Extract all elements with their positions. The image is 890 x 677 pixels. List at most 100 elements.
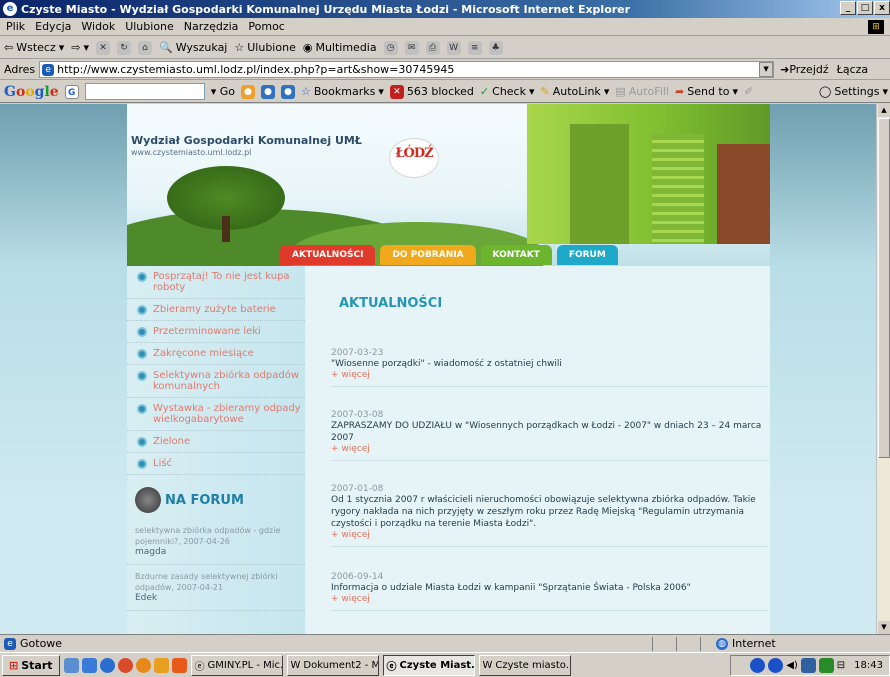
go-button[interactable]: ➜Przejdź — [780, 63, 829, 76]
news-text[interactable]: ZAPRASZAMY DO UDZIAŁU w "Wiosennych porz… — [331, 420, 769, 444]
favorites-icon: ☆ — [234, 41, 245, 54]
news-more-link[interactable]: + więcej — [331, 530, 769, 540]
network-icon[interactable]: ⊟ — [837, 660, 845, 671]
news-more-link[interactable]: + więcej — [331, 594, 769, 604]
google-logo[interactable]: Google — [4, 84, 59, 100]
tab-aktualnosci[interactable]: AKTUALNOŚCI — [280, 245, 376, 265]
sidebar-item[interactable]: Selektywna zbiórka odpadów komunalnych — [127, 365, 305, 398]
discuss-icon[interactable]: ≡ — [467, 40, 482, 55]
player-icon[interactable] — [171, 657, 187, 673]
google-search-input[interactable] — [84, 83, 205, 100]
taskbar-task-active[interactable]: ⓔ Czyste Miast... — [382, 654, 475, 676]
star-icon: ☆ — [301, 85, 311, 98]
news-more-link[interactable]: + więcej — [331, 370, 769, 380]
forum-post[interactable]: Bzdurne zasady selektywnej zbiórki odpad… — [127, 565, 305, 611]
scrollbar-thumb[interactable] — [878, 118, 890, 458]
tab-do-pobrania[interactable]: DO POBRANIA — [380, 245, 476, 265]
sendto-button[interactable]: ➦ Send to ▾ — [675, 85, 738, 98]
address-dropdown-icon[interactable]: ▼ — [759, 62, 774, 77]
address-input[interactable]: e http://www.czystemiasto.uml.lodz.pl/in… — [39, 61, 775, 78]
ie-quicklaunch-icon[interactable] — [99, 657, 115, 673]
tray-app-icon[interactable] — [818, 658, 834, 673]
media-icon[interactable] — [117, 657, 133, 673]
go-arrow-icon: ➜ — [780, 63, 790, 76]
tab-kontakt[interactable]: KONTAKT — [480, 245, 552, 265]
taskbar-task[interactable]: W Czyste miasto.... — [478, 654, 571, 676]
google-toolbar: Google G ▾ Go ● ● ● ☆ Bookmarks ▾ ✕ 563 blo… — [0, 81, 890, 103]
opera-icon[interactable] — [153, 657, 169, 673]
system-tray: ◀) ⊟ 18:43 — [730, 655, 890, 676]
sidebar-item[interactable]: Zakręcone miesiące — [127, 343, 305, 365]
menu-view[interactable]: Widok — [81, 20, 115, 33]
firefox-icon[interactable] — [135, 657, 151, 673]
news-text[interactable]: Od 1 stycznia 2007 r właścicieli nieruch… — [331, 494, 769, 530]
taskbar-task[interactable]: ⓔ GMINY.PL - Mic... — [190, 654, 283, 676]
clock[interactable]: 18:43 — [854, 660, 883, 671]
lodz-logo-text: ŁÓDŹ — [395, 146, 433, 161]
multimedia-button[interactable]: ◉ Multimedia — [303, 41, 377, 54]
edit-icon[interactable]: W — [446, 40, 461, 55]
sidebar-item[interactable]: Posprzątaj! To nie jest kupa roboty — [127, 266, 305, 299]
mail-icon[interactable]: ✉ — [404, 40, 419, 55]
ie-task-icon: ⓔ — [386, 661, 397, 673]
forward-button[interactable]: ⇨ ▾ — [71, 41, 89, 54]
menu-favorites[interactable]: Ulubione — [125, 20, 174, 33]
spellcheck-button[interactable]: ✓ Check ▾ — [480, 85, 535, 98]
refresh-icon[interactable]: ↻ — [117, 40, 132, 55]
news-text[interactable]: "Wiosenne porządki" - wiadomość z ostatn… — [331, 358, 769, 370]
bullet-icon — [137, 404, 147, 414]
sidebar-item[interactable]: Zbieramy zużyte baterie — [127, 299, 305, 321]
maximize-button[interactable]: □ — [857, 1, 873, 15]
volume-icon[interactable]: ◀) — [786, 660, 798, 671]
images-icon[interactable]: ● — [281, 84, 295, 99]
taskbar-task[interactable]: WDokument2 - Mi... — [286, 654, 379, 676]
popup-blocker-button[interactable]: ✕ 563 blocked — [389, 84, 474, 99]
sidebar-item[interactable]: Liść — [127, 453, 305, 475]
stop-icon[interactable]: ✕ — [96, 40, 111, 55]
show-desktop-icon[interactable] — [63, 657, 79, 673]
pencil-icon[interactable]: ✐ — [744, 85, 753, 98]
print-icon[interactable]: ⎙ — [425, 40, 440, 55]
autolink-button[interactable]: ✎ AutoLink ▾ — [541, 85, 610, 98]
menu-file[interactable]: Plik — [6, 20, 25, 33]
tray-app-icon[interactable] — [750, 658, 766, 673]
close-button[interactable]: x — [874, 1, 890, 15]
history-icon[interactable]: ◷ — [383, 40, 398, 55]
minimize-button[interactable]: _ — [840, 1, 856, 15]
menu-edit[interactable]: Edycja — [35, 20, 71, 33]
page-status-icon: e — [4, 637, 16, 650]
bookmarks-button[interactable]: ☆ Bookmarks ▾ — [301, 85, 384, 98]
start-button[interactable]: ⊞ Start — [2, 654, 60, 676]
sidebar-item[interactable]: Przeterminowane leki — [127, 321, 305, 343]
lodz-logo[interactable]: ŁÓDŹ — [389, 138, 439, 178]
tray-app-icon[interactable] — [768, 658, 784, 673]
google-g-icon[interactable]: G — [64, 84, 79, 99]
sidebar-item[interactable]: Wystawka - zbieramy odpady wielkogabaryt… — [127, 398, 305, 431]
google-go-button[interactable]: ▾ Go — [211, 85, 235, 98]
search-button[interactable]: 🔍 Wyszukaj — [159, 41, 227, 54]
scroll-up-icon[interactable]: ▲ — [878, 104, 890, 117]
scroll-down-icon[interactable]: ▼ — [878, 621, 890, 634]
vertical-scrollbar[interactable]: ▲ ▼ — [876, 104, 890, 634]
home-icon[interactable]: ⌂ — [138, 40, 153, 55]
menu-help[interactable]: Pomoc — [248, 20, 284, 33]
news-icon[interactable]: ● — [261, 84, 275, 99]
news-text[interactable]: Informacja o udziale Miasta Łodzi w kamp… — [331, 582, 769, 594]
tab-forum[interactable]: FORUM — [556, 245, 618, 265]
forum-post[interactable]: selektywna zbiórka odpadów - gdzie pojem… — [127, 519, 305, 565]
pagerank-icon[interactable]: ● — [241, 84, 255, 99]
sidebar-item[interactable]: Zielone — [127, 431, 305, 453]
news-more-link[interactable]: + więcej — [331, 444, 769, 454]
messenger-icon[interactable]: ♣ — [488, 40, 503, 55]
settings-button[interactable]: ◯ Settings ▾ — [819, 85, 890, 98]
explorer-icon[interactable] — [81, 657, 97, 673]
forum-post-text: Bzdurne zasady selektywnej zbiórki odpad… — [135, 572, 278, 592]
menu-tools[interactable]: Narzędzia — [184, 20, 239, 33]
back-button[interactable]: ⇦ Wstecz ▾ — [4, 41, 64, 54]
bullet-icon — [137, 371, 147, 381]
autofill-button[interactable]: ▤ AutoFill — [615, 85, 669, 98]
links-button[interactable]: Łącza — [837, 63, 869, 76]
forum-heading: NA FORUM — [127, 475, 305, 519]
tray-app-icon[interactable] — [800, 658, 816, 673]
favorites-button[interactable]: ☆ Ulubione — [234, 41, 295, 54]
